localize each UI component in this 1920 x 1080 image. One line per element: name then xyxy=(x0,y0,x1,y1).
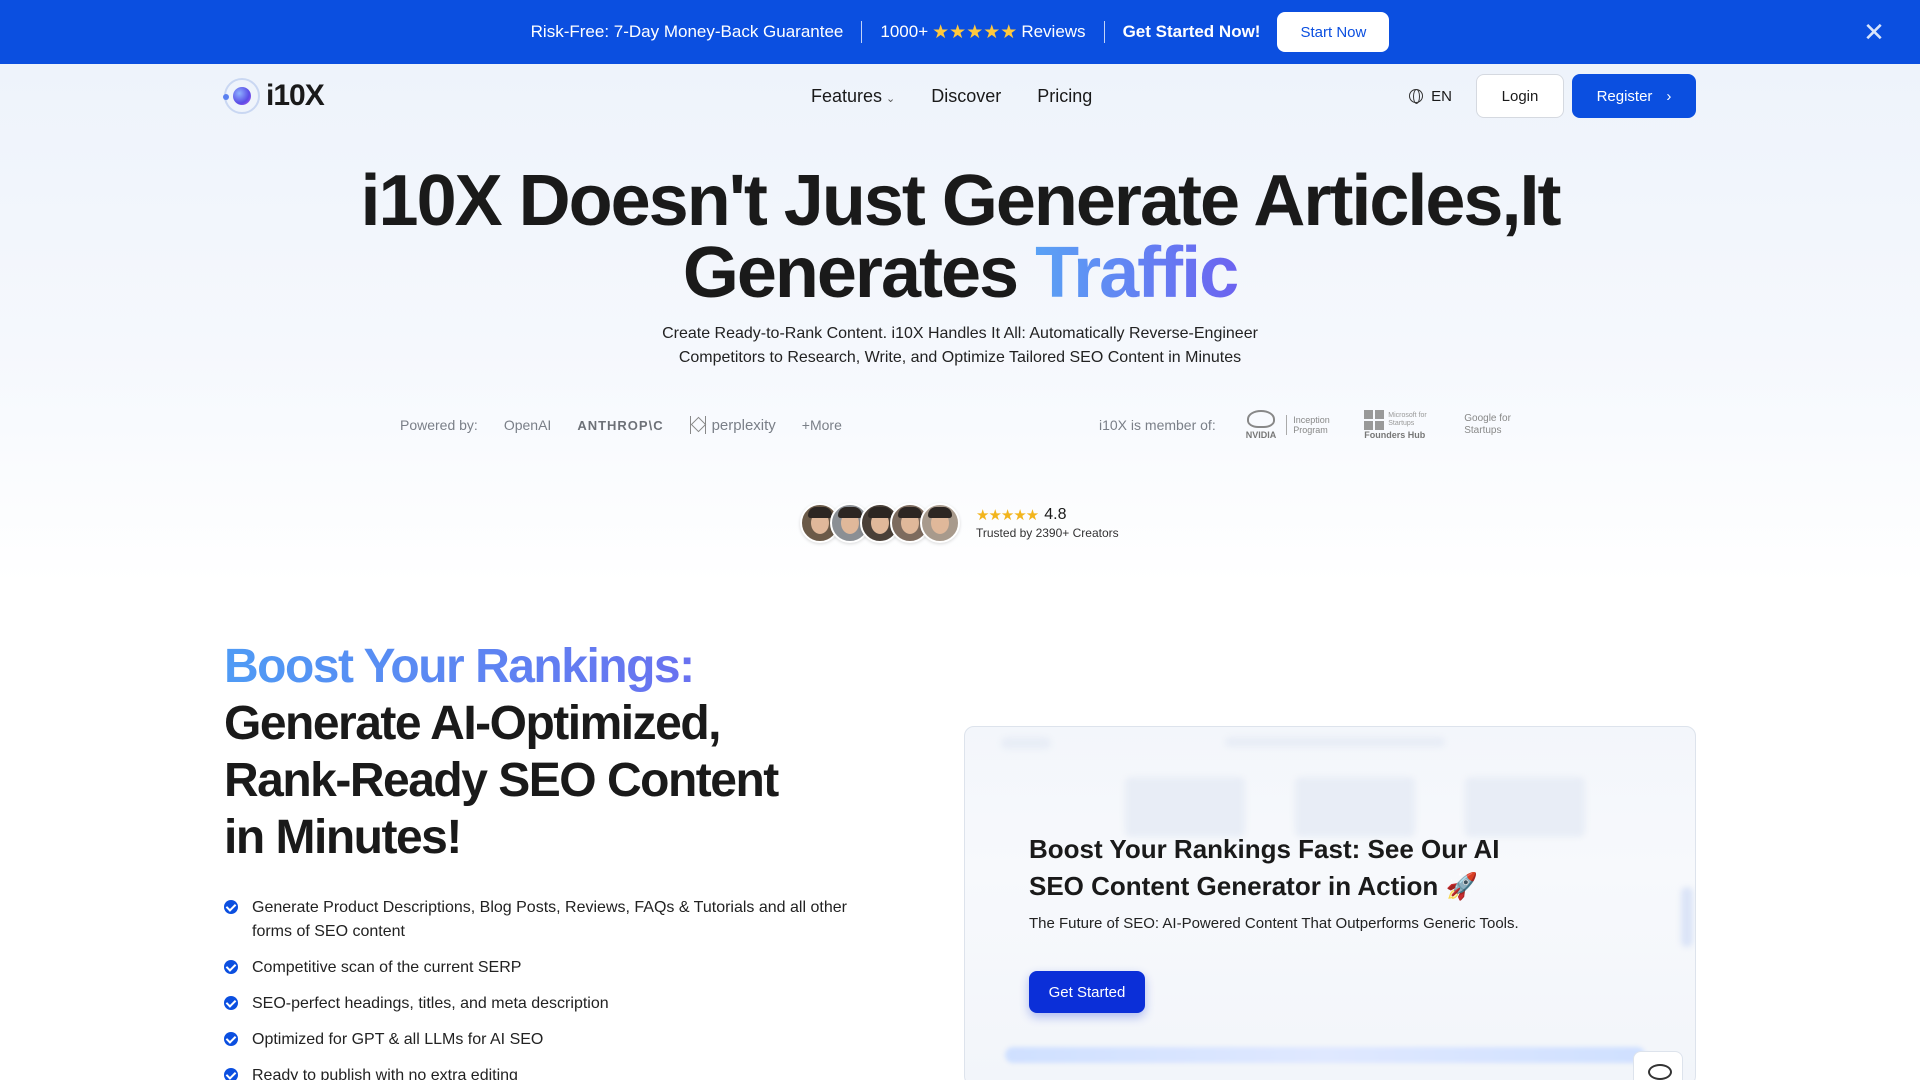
section-title-line: Rank-Ready SEO Content xyxy=(224,754,779,807)
microsoft-founders-hub-logo: Microsoft for Startups Founders Hub xyxy=(1364,410,1434,440)
feature-text: SEO-perfect headings, titles, and meta d… xyxy=(252,995,609,1012)
powered-by-label: Powered by: xyxy=(400,417,478,433)
list-item: Generate Product Descriptions, Blog Post… xyxy=(224,896,864,944)
feature-text: Ready to publish with no extra editing xyxy=(252,1067,518,1080)
hero-title-line-2: Generates Traffic xyxy=(0,237,1920,309)
section-title: Boost Your Rankings: Generate AI-Optimiz… xyxy=(224,638,844,866)
blurred-preview xyxy=(1681,887,1693,947)
feature-list: Generate Product Descriptions, Blog Post… xyxy=(224,896,864,1080)
hero-subtitle: Create Ready-to-Rank Content. i10X Handl… xyxy=(560,322,1360,370)
announcement-bar: Risk-Free: 7-Day Money-Back Guarantee 10… xyxy=(0,0,1920,64)
nav-item-label: Features xyxy=(811,85,883,106)
anthropic-logo: ANTHROP\C xyxy=(577,417,664,433)
check-circle-icon xyxy=(224,960,238,974)
hero-title: i10X Doesn't Just Generate Articles,It G… xyxy=(0,165,1920,309)
register-button[interactable]: Register › xyxy=(1572,74,1696,118)
hero-title-line-1: i10X Doesn't Just Generate Articles,It xyxy=(360,161,1562,241)
logo-text: i10X xyxy=(266,79,325,112)
section-title-line: Generate AI-Optimized, xyxy=(224,697,721,750)
openai-logo: OpenAI xyxy=(503,417,552,433)
guarantee-text: Risk-Free: 7-Day Money-Back Guarantee xyxy=(530,22,844,41)
list-item: Competitive scan of the current SERP xyxy=(224,956,864,980)
rating-value: 4.8 xyxy=(1044,506,1067,523)
nvidia-inception-logo: NVIDIA Inception Program xyxy=(1246,410,1335,440)
list-item: SEO-perfect headings, titles, and meta d… xyxy=(224,992,864,1016)
get-started-button[interactable]: Get Started xyxy=(1029,971,1145,1013)
hero-title-plain: Generates xyxy=(682,233,1036,313)
nvidia-eye-icon xyxy=(1246,410,1275,428)
creator-avatars xyxy=(800,503,960,543)
check-circle-icon xyxy=(224,996,238,1010)
check-circle-icon xyxy=(224,1032,238,1046)
reviews-count: 1000+ xyxy=(880,22,929,41)
nvidia-label: NVIDIA xyxy=(1245,430,1277,440)
logo[interactable]: i10X xyxy=(223,78,325,114)
demo-subtitle: The Future of SEO: AI-Powered Content Th… xyxy=(1029,915,1519,932)
language-label: EN xyxy=(1431,87,1452,105)
blurred-preview xyxy=(1125,777,1245,837)
perplexity-icon xyxy=(689,416,706,434)
blurred-preview xyxy=(1001,737,1051,749)
member-of-strip: i10X is member of: NVIDIA Inception Prog… xyxy=(1099,410,1524,440)
chevron-down-icon: ⌄ xyxy=(886,92,896,105)
demo-video-card[interactable]: Boost Your Rankings Fast: See Our AI SEO… xyxy=(964,726,1696,1080)
google-for-startups-logo: Google for Startups xyxy=(1464,413,1511,436)
avatar xyxy=(920,503,960,543)
perplexity-label: perplexity xyxy=(711,416,776,434)
hero-subtitle-line-1: Create Ready-to-Rank Content. i10X Handl… xyxy=(662,325,1258,342)
microsoft-for-startups-label: Microsoft for Startups xyxy=(1388,412,1427,427)
logo-icon xyxy=(223,78,260,114)
get-started-text: Get Started Now! xyxy=(1122,22,1261,41)
close-icon[interactable]: ✕ xyxy=(1860,18,1888,46)
demo-title-text: Boost Your Rankings Fast: See Our AI SEO… xyxy=(1029,834,1500,901)
register-label: Register xyxy=(1596,87,1653,105)
member-of-label: i10X is member of: xyxy=(1099,417,1216,433)
hero-subtitle-line-2: Competitors to Research, Write, and Opti… xyxy=(678,349,1242,366)
inception-program-label: Inception Program xyxy=(1286,415,1334,435)
language-selector[interactable]: EN xyxy=(1409,88,1452,105)
start-now-button[interactable]: Start Now xyxy=(1277,12,1390,52)
demo-title: Boost Your Rankings Fast: See Our AI SEO… xyxy=(1029,831,1549,906)
founders-hub-label: Founders Hub xyxy=(1364,430,1426,440)
nav-item-features[interactable]: Features ⌄ xyxy=(811,86,895,107)
blurred-preview xyxy=(1005,1047,1645,1063)
chevron-right-icon: › xyxy=(1666,87,1672,105)
nav-item-discover[interactable]: Discover xyxy=(931,86,1001,107)
feature-text: Generate Product Descriptions, Blog Post… xyxy=(252,899,847,940)
check-circle-icon xyxy=(224,1068,238,1080)
list-item: Ready to publish with no extra editing xyxy=(224,1064,864,1080)
feature-text: Competitive scan of the current SERP xyxy=(252,959,522,976)
trust-badge: ★★★★★ 4.8 Trusted by 2390+ Creators xyxy=(800,502,1119,544)
list-item: Optimized for GPT & all LLMs for AI SEO xyxy=(224,1028,864,1052)
feature-text: Optimized for GPT & all LLMs for AI SEO xyxy=(252,1031,544,1048)
star-icons: ★★★★★ xyxy=(976,507,1039,524)
microsoft-icon xyxy=(1364,410,1385,430)
more-providers-link[interactable]: +More xyxy=(802,417,842,433)
check-circle-icon xyxy=(224,900,238,914)
globe-icon xyxy=(1409,89,1424,104)
section-title-line: in Minutes! xyxy=(224,811,462,864)
perplexity-logo: perplexity xyxy=(689,416,776,434)
trust-info: ★★★★★ 4.8 Trusted by 2390+ Creators xyxy=(976,506,1119,540)
divider xyxy=(861,21,863,43)
reviews-label: Reviews xyxy=(1021,22,1086,41)
top-navigation: i10X Features ⌄ Discover Pricing EN Login… xyxy=(223,64,1696,128)
hero-title-accent: Traffic xyxy=(1035,233,1239,313)
login-button[interactable]: Login xyxy=(1476,74,1564,118)
trusted-by-text: Trusted by 2390+ Creators xyxy=(976,526,1119,540)
star-icons: ★★★★★ xyxy=(932,21,1018,43)
blurred-preview xyxy=(1225,737,1445,747)
nav-item-pricing[interactable]: Pricing xyxy=(1037,86,1092,107)
rocket-icon: 🚀 xyxy=(1445,872,1478,902)
nav-actions: EN Login Register › xyxy=(1409,74,1696,118)
blurred-preview xyxy=(1295,777,1415,837)
blurred-preview xyxy=(1465,777,1585,837)
nav-links: Features ⌄ Discover Pricing xyxy=(811,64,1092,128)
powered-by-strip: Powered by: OpenAI ANTHROP\C perplexity … xyxy=(400,413,842,437)
chat-widget-icon[interactable] xyxy=(1633,1051,1683,1080)
divider xyxy=(1103,21,1105,43)
section-title-accent: Boost Your Rankings: xyxy=(224,638,844,695)
